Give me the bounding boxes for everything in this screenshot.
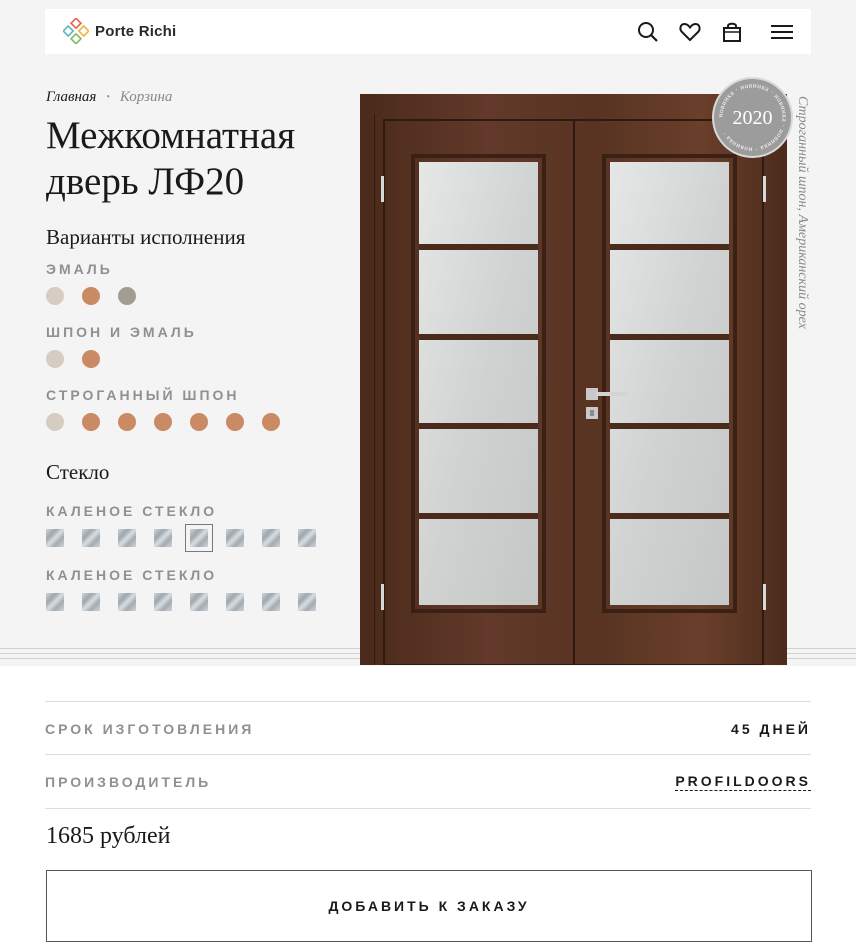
- variant-swatches-planed-veneer: [46, 413, 280, 431]
- glass-options-row: [46, 524, 316, 552]
- glass-option[interactable]: [298, 593, 316, 611]
- color-swatch[interactable]: [118, 287, 136, 305]
- lead-time-row: СРОК ИЗГОТОВЛЕНИЯ 45 ДНЕЙ: [45, 701, 811, 755]
- color-swatch[interactable]: [82, 413, 100, 431]
- logo-mark-icon: [63, 18, 89, 44]
- menu-icon[interactable]: [770, 20, 794, 44]
- glass-option[interactable]: [154, 529, 172, 547]
- glass-option[interactable]: [226, 529, 244, 547]
- door-image: [360, 94, 787, 665]
- breadcrumb-separator: •: [106, 92, 110, 103]
- color-swatch[interactable]: [82, 287, 100, 305]
- glass-option[interactable]: [262, 529, 280, 547]
- color-swatch[interactable]: [46, 413, 64, 431]
- add-to-order-button[interactable]: ДОБАВИТЬ К ЗАКАЗУ: [46, 870, 812, 942]
- glass-option[interactable]: [118, 593, 136, 611]
- bag-icon[interactable]: [720, 20, 744, 44]
- color-swatch[interactable]: [46, 287, 64, 305]
- glass-option[interactable]: [118, 529, 136, 547]
- variant-group-label: СТРОГАННЫЙ ШПОН: [46, 387, 240, 403]
- glass-option[interactable]: [46, 529, 64, 547]
- breadcrumb-home[interactable]: Главная: [46, 89, 96, 106]
- lead-time-value: 45 ДНЕЙ: [731, 720, 811, 737]
- variant-group-label: ЭМАЛЬ: [46, 261, 113, 277]
- glass-option[interactable]: [190, 593, 208, 611]
- glass-option[interactable]: [262, 593, 280, 611]
- manufacturer-row: ПРОИЗВОДИТЕЛЬ PROFILDOORS: [45, 754, 811, 809]
- heart-icon[interactable]: [678, 20, 702, 44]
- variants-title: Варианты исполнения: [46, 225, 246, 249]
- glass-option[interactable]: [46, 593, 64, 611]
- glass-option[interactable]: [82, 529, 100, 547]
- logo[interactable]: Porte Richi: [63, 18, 176, 44]
- color-swatch[interactable]: [190, 413, 208, 431]
- color-swatch[interactable]: [46, 350, 64, 368]
- lead-time-label: СРОК ИЗГОТОВЛЕНИЯ: [45, 720, 255, 737]
- color-swatch[interactable]: [154, 413, 172, 431]
- price: 1685 рублей: [46, 823, 171, 849]
- logo-text: Porte Richi: [95, 22, 177, 40]
- glass-options-row: [46, 593, 316, 611]
- site-header: Porte Richi: [45, 9, 811, 54]
- color-swatch[interactable]: [82, 350, 100, 368]
- glass-option[interactable]: [298, 529, 316, 547]
- glass-option[interactable]: [185, 524, 213, 552]
- color-swatch[interactable]: [226, 413, 244, 431]
- new-2020-badge: новинка · новинка · новинка · новинка · …: [712, 77, 793, 158]
- manufacturer-label: ПРОИЗВОДИТЕЛЬ: [45, 773, 212, 790]
- glass-group-label: КАЛЕНОЕ СТЕКЛО: [46, 567, 218, 583]
- product-info-panel: СРОК ИЗГОТОВЛЕНИЯ 45 ДНЕЙ ПРОИЗВОДИТЕЛЬ …: [0, 666, 856, 942]
- search-icon[interactable]: [636, 20, 660, 44]
- finish-caption: Строганный шпон, Американский орех: [795, 96, 810, 329]
- color-swatch[interactable]: [118, 413, 136, 431]
- breadcrumb: Главная • Корзина: [46, 89, 172, 106]
- glass-option[interactable]: [226, 593, 244, 611]
- color-swatch[interactable]: [262, 413, 280, 431]
- badge-year: 2020: [732, 107, 773, 129]
- variant-group-label: ШПОН И ЭМАЛЬ: [46, 324, 197, 340]
- variant-swatches-enamel: [46, 287, 136, 305]
- manufacturer-link[interactable]: PROFILDOORS: [675, 773, 811, 791]
- glass-group-label: КАЛЕНОЕ СТЕКЛО: [46, 503, 218, 519]
- breadcrumb-current[interactable]: Корзина: [120, 89, 173, 106]
- variant-swatches-veneer-enamel: [46, 350, 100, 368]
- page-title: Межкомнатная дверь ЛФ20: [46, 114, 296, 203]
- glass-option[interactable]: [154, 593, 172, 611]
- glass-title: Стекло: [46, 460, 110, 484]
- glass-option[interactable]: [82, 593, 100, 611]
